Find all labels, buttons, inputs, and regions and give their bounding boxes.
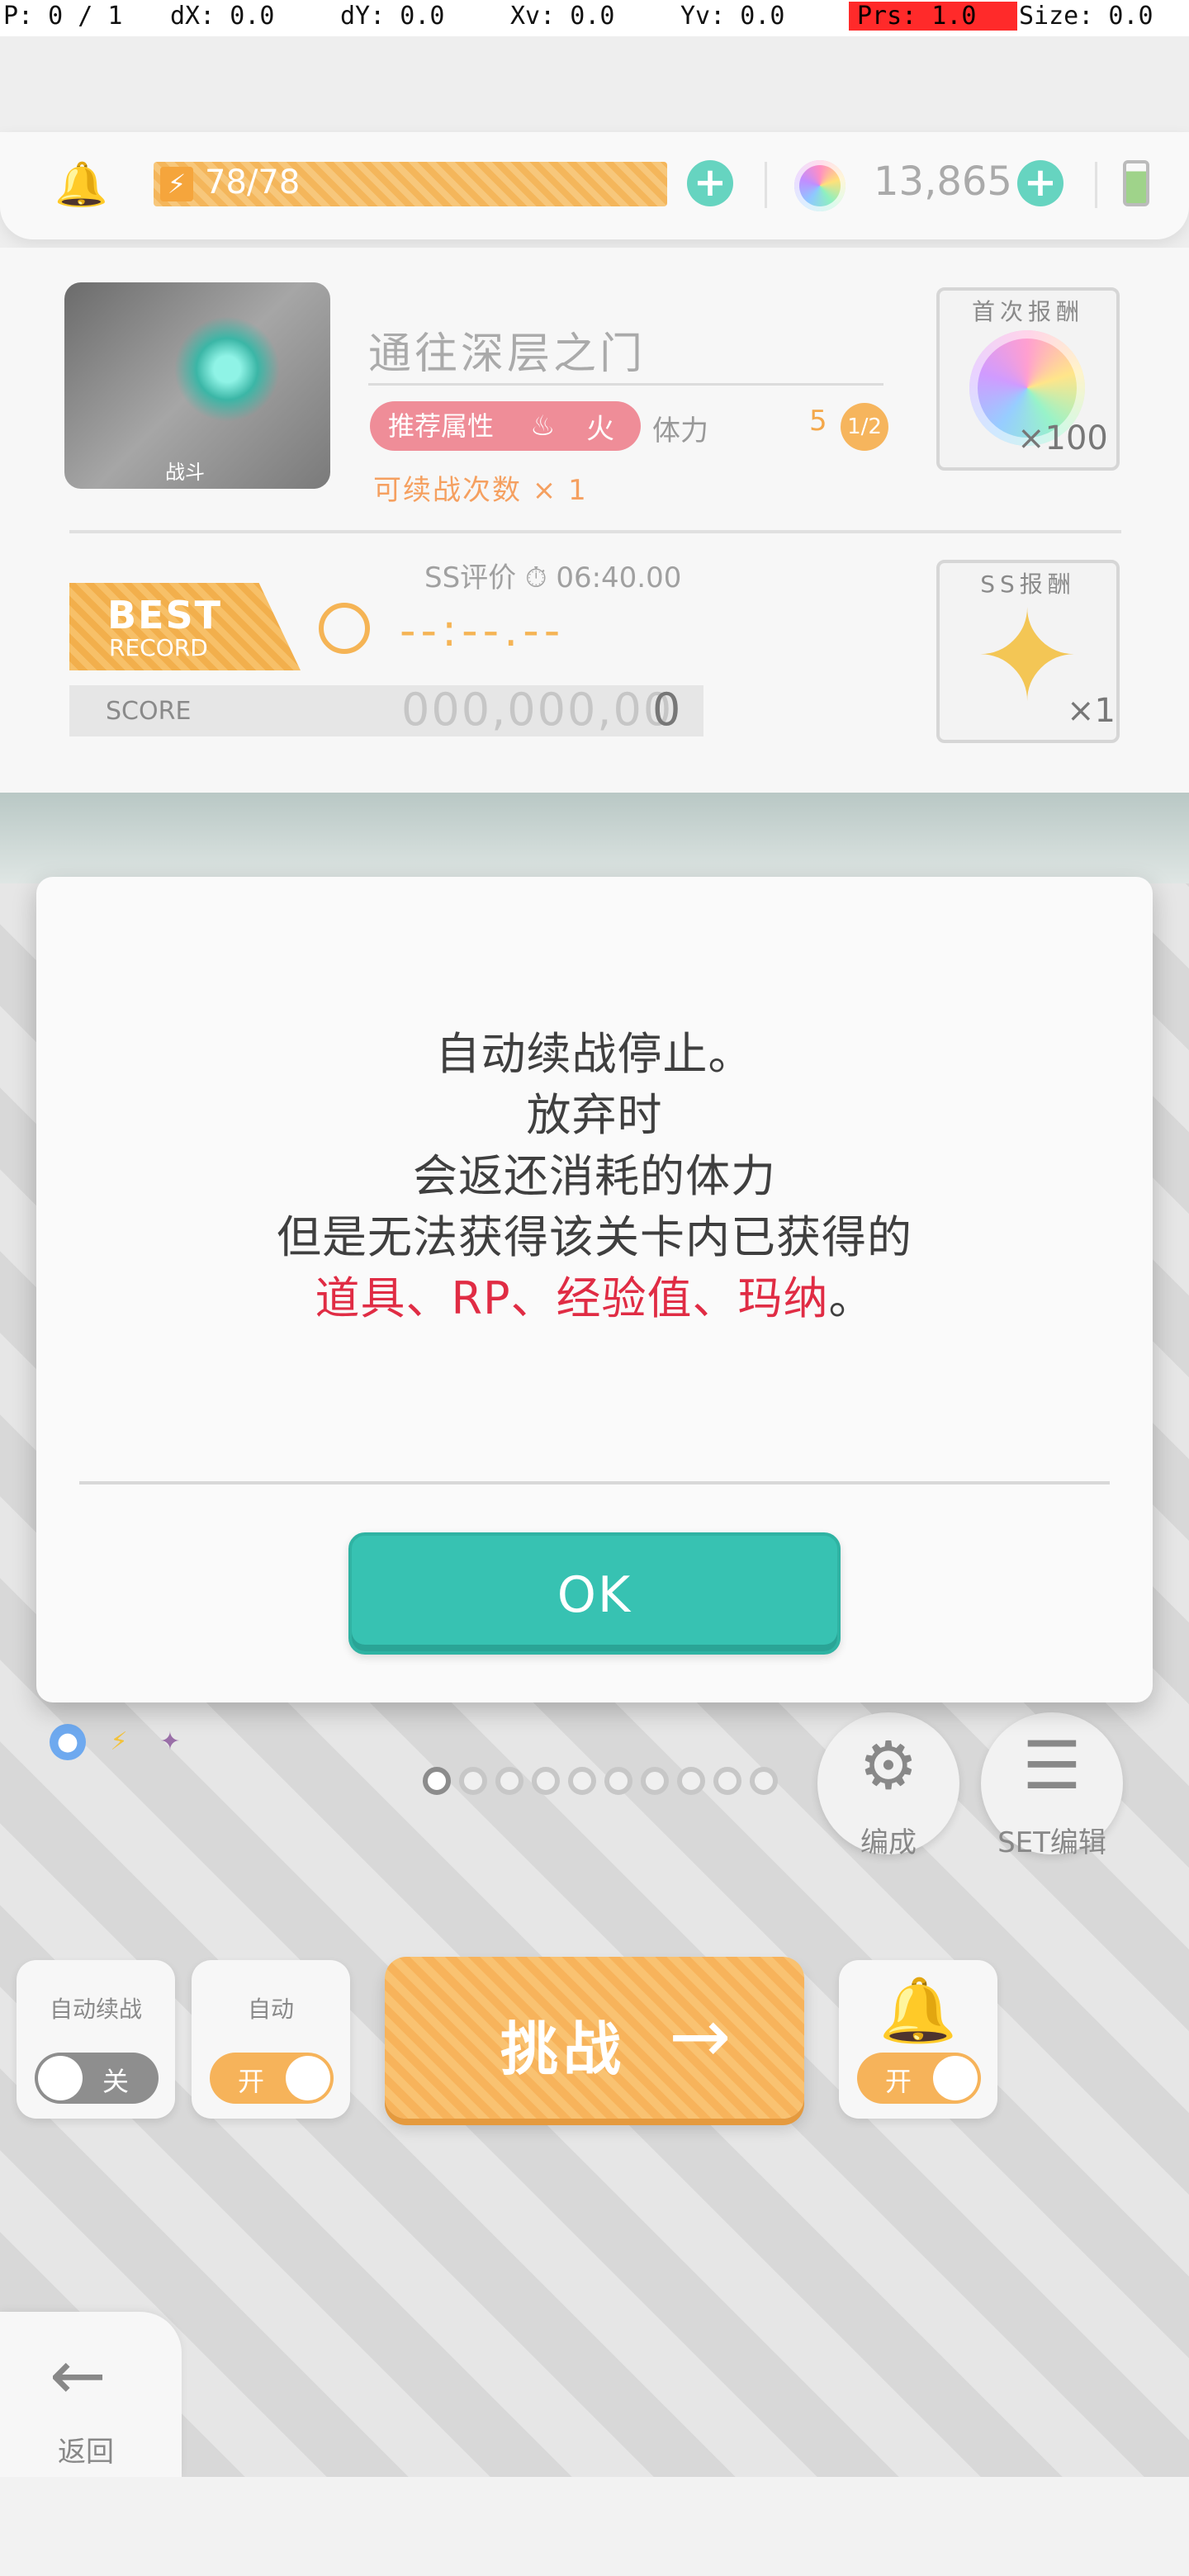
dark-icon: ✦ — [159, 1727, 181, 1756]
divider — [765, 162, 767, 208]
divider — [79, 1481, 1110, 1485]
back-label: 返回 — [58, 2436, 114, 2469]
bell-icon: 🔔 — [879, 1973, 958, 2047]
first-clear-reward-label: 首次报酬 — [971, 298, 1084, 325]
dialog-message: 自动续战停止。 放弃时 会返还消耗的体力 但是无法获得该关卡内已获得的 道具、R… — [36, 1024, 1153, 1329]
debug-xv: Xv: 0.0 — [510, 2, 615, 31]
toggle-state: 开 — [885, 2066, 912, 2097]
bottom-bar — [0, 2477, 1189, 2576]
score-value: 000,000,00 — [401, 684, 674, 736]
arrow-right-icon: → — [669, 1993, 732, 2080]
debug-dx: dX: 0.0 — [170, 2, 275, 31]
formation-button[interactable]: ⚙ 编成 — [817, 1712, 959, 1859]
page-dot[interactable] — [750, 1767, 778, 1795]
record-label: RECORD — [109, 634, 208, 661]
ok-button[interactable]: OK — [348, 1532, 841, 1655]
ss-rank-label: SS评价 ⏱ 06:40.00 — [424, 561, 682, 594]
page-dot[interactable] — [641, 1767, 669, 1795]
fire-icon: ♨ — [530, 410, 556, 443]
party-page-indicator — [423, 1767, 778, 1795]
auto-card: 自动 开 — [192, 1960, 350, 2119]
score-value-last-digit: 0 — [652, 684, 681, 736]
first-clear-reward-qty: ×100 — [1017, 419, 1108, 457]
toggle-state: 开 — [238, 2066, 265, 2097]
element-icons-row: ● ⚡ ✦ — [50, 1724, 188, 1760]
quest-thumbnail-core — [165, 307, 289, 431]
bell-icon[interactable]: 🔔 — [54, 162, 108, 208]
auto-continue-label: 自动续战 — [49, 1996, 142, 2023]
quest-type-label: 战斗 — [165, 461, 205, 484]
dialog-warning-punct: 。 — [828, 1272, 874, 1324]
add-gems-button[interactable]: + — [1017, 160, 1063, 206]
dialog-line: 会返还消耗的体力 — [413, 1150, 776, 1202]
add-stamina-button[interactable]: + — [687, 160, 733, 206]
dialog-line: 放弃时 — [526, 1089, 663, 1141]
notification-toggle[interactable]: 开 — [857, 2053, 981, 2104]
score-label: SCORE — [106, 697, 192, 726]
game-background-top — [0, 793, 1189, 883]
page-dot[interactable] — [677, 1767, 705, 1795]
dialog-warning-line: 道具、RP、经验值、玛纳。 — [36, 1268, 1153, 1329]
formation-label: 编成 — [860, 1826, 917, 1859]
attribute-label: 推荐属性 — [388, 410, 495, 442]
toggle-knob — [933, 2056, 978, 2100]
continue-count: 可续战次数 × 1 — [373, 474, 588, 507]
debug-pointer: P: 0 / 1 — [3, 2, 123, 31]
list-icon: ☰ — [1022, 1727, 1082, 1804]
divider — [368, 383, 883, 386]
attribute-value: 火 — [586, 413, 614, 446]
plus-icon: + — [1023, 159, 1058, 206]
auto-toggle[interactable]: 开 — [210, 2053, 334, 2104]
best-label: BEST — [107, 593, 222, 637]
toggle-knob — [286, 2056, 330, 2100]
set-edit-label: SET编辑 — [997, 1826, 1106, 1859]
page-dot[interactable] — [495, 1767, 523, 1795]
quest-title: 通往深层之门 — [368, 329, 647, 379]
debug-pressure: Prs: 1.0 — [849, 2, 1017, 31]
dialog-warning-text: 道具、RP、经验值、玛纳 — [315, 1272, 829, 1324]
debug-yv: Yv: 0.0 — [680, 2, 785, 31]
dialog-line: 自动续战停止。 — [435, 1028, 754, 1080]
page-dot[interactable] — [459, 1767, 487, 1795]
toggle-knob — [38, 2056, 83, 2100]
ss-reward-qty: ×1 — [1067, 692, 1116, 730]
page-dot[interactable] — [568, 1767, 596, 1795]
divider — [69, 530, 1121, 533]
plus-icon: + — [693, 159, 727, 206]
page-dot[interactable] — [532, 1767, 560, 1795]
dialog-line: 但是无法获得该关卡内已获得的 — [277, 1211, 912, 1263]
toggle-state: 关 — [102, 2066, 130, 2097]
notification-card: 🔔 开 — [839, 1960, 997, 2119]
stamina-cost: 5 — [809, 405, 827, 438]
battery-icon — [1123, 160, 1149, 206]
stamina-cost-label: 体力 — [652, 414, 708, 447]
page-dot[interactable] — [423, 1767, 451, 1795]
gem-icon — [794, 160, 846, 211]
arrow-left-icon: ← — [50, 2337, 107, 2415]
auto-label: 自动 — [247, 1996, 294, 2023]
half-cost-icon: 1/2 — [841, 403, 888, 451]
debug-size: Size: 0.0 — [1019, 2, 1153, 31]
stamina-value: 78/78 — [205, 163, 301, 201]
divider — [1095, 162, 1097, 208]
debug-dy: dY: 0.0 — [340, 2, 445, 31]
best-time: --:--.-- — [400, 604, 566, 656]
timer-icon — [319, 603, 370, 654]
auto-continue-toggle[interactable]: 关 — [35, 2053, 159, 2104]
gear-icon: ⚙ — [859, 1727, 918, 1804]
page-dot[interactable] — [604, 1767, 632, 1795]
water-icon: ● — [50, 1724, 86, 1760]
page-dot[interactable] — [713, 1767, 741, 1795]
bolt-icon: ⚡ — [110, 1727, 128, 1756]
gem-count: 13,865 — [874, 159, 1012, 205]
set-edit-button[interactable]: ☰ SET编辑 — [981, 1712, 1123, 1859]
pointer-debug-bar: P: 0 / 1 dX: 0.0 dY: 0.0 Xv: 0.0 Yv: 0.0… — [0, 0, 1189, 36]
challenge-label: 挑战 — [500, 2015, 626, 2083]
auto-continue-card: 自动续战 关 — [17, 1960, 175, 2119]
bolt-icon: ⚡ — [160, 167, 193, 201]
